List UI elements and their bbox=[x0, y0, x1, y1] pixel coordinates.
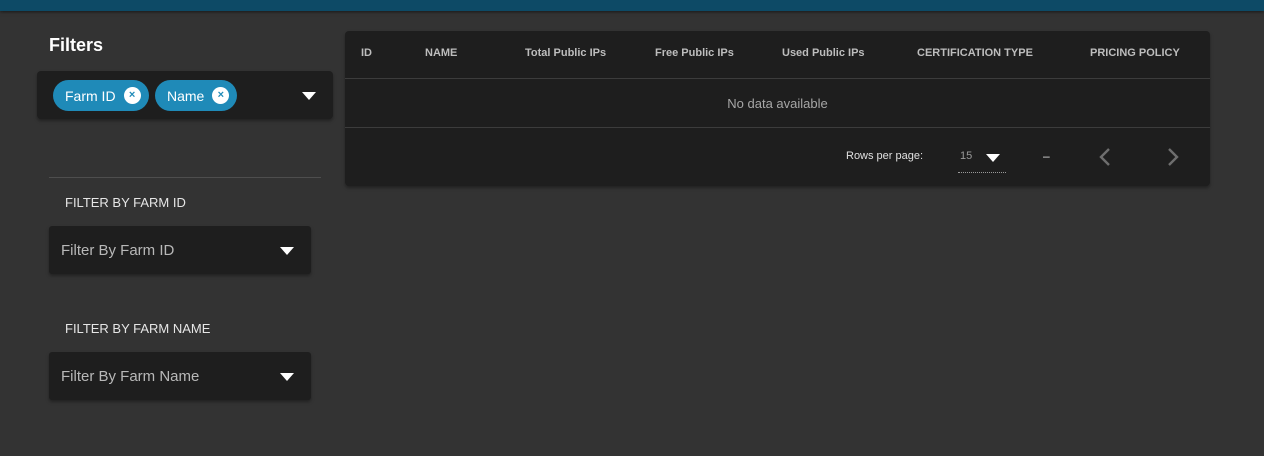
filter-by-farm-name-label: FILTER BY FARM NAME bbox=[65, 321, 211, 336]
column-header-pricing-policy[interactable]: PRICING POLICY bbox=[1090, 47, 1180, 59]
header-divider bbox=[345, 78, 1210, 79]
chevron-down-icon[interactable] bbox=[302, 92, 316, 100]
divider bbox=[49, 177, 321, 178]
column-header-total-public-ips[interactable]: Total Public IPs bbox=[525, 47, 606, 59]
footer-divider bbox=[345, 127, 1210, 128]
data-table: ID NAME Total Public IPs Free Public IPs… bbox=[345, 31, 1210, 186]
rows-per-page-label: Rows per page: bbox=[846, 150, 924, 162]
chevron-down-icon[interactable] bbox=[280, 373, 294, 381]
column-header-certification-type[interactable]: CERTIFICATION TYPE bbox=[917, 47, 1033, 59]
filter-by-farm-name-select[interactable]: Filter By Farm Name bbox=[49, 352, 311, 400]
chevron-down-icon[interactable] bbox=[986, 154, 1000, 162]
filter-by-farm-id-label: FILTER BY FARM ID bbox=[65, 195, 186, 210]
column-header-name[interactable]: NAME bbox=[425, 47, 457, 59]
select-placeholder: Filter By Farm ID bbox=[61, 242, 175, 259]
chevron-down-icon[interactable] bbox=[280, 247, 294, 255]
filter-by-farm-id-select[interactable]: Filter By Farm ID bbox=[49, 226, 311, 274]
column-header-free-public-ips[interactable]: Free Public IPs bbox=[655, 47, 734, 59]
chip-name: Name × bbox=[155, 80, 238, 111]
column-header-id[interactable]: ID bbox=[361, 47, 372, 59]
rows-per-page-select[interactable]: 15 bbox=[960, 150, 972, 162]
selected-filters-select[interactable]: Farm ID × Name × bbox=[37, 71, 333, 119]
column-header-used-public-ips[interactable]: Used Public IPs bbox=[782, 47, 865, 59]
chip-farm-id: Farm ID × bbox=[53, 80, 149, 111]
select-placeholder: Filter By Farm Name bbox=[61, 368, 200, 385]
chip-label: Farm ID bbox=[65, 87, 116, 104]
close-icon[interactable]: × bbox=[123, 87, 141, 104]
close-icon[interactable]: × bbox=[212, 87, 230, 104]
empty-state-text: No data available bbox=[727, 96, 828, 111]
chevron-left-icon[interactable] bbox=[1094, 145, 1118, 169]
top-app-bar bbox=[0, 0, 1264, 11]
filters-title: Filters bbox=[49, 35, 104, 55]
page-range-text: – bbox=[1043, 149, 1050, 163]
chip-label: Name bbox=[167, 87, 205, 104]
chevron-right-icon[interactable] bbox=[1160, 145, 1184, 169]
rows-per-page-underline bbox=[958, 172, 1006, 173]
